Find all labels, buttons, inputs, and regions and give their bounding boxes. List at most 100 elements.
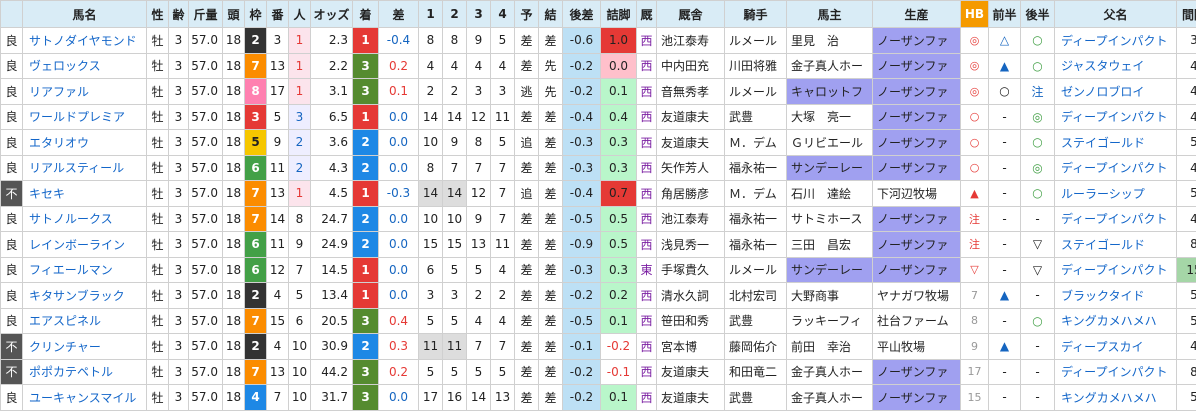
cell-c3: 4 [466,307,491,334]
table-row[interactable]: 良ワールドプレミア牡 3 57.0 18 3 5 3 6.5 1 0.0 14 14 12 11 差差 -0.… [0,103,1196,130]
table-row[interactable]: 良リアファル牡 3 57.0 18 8 17 1 3.1 3 0.1 2 2 3 3 逃先 -0.2 0.1 西音… [0,78,1196,105]
sire-name-link[interactable]: キングカメハメハ [1061,391,1157,405]
horse-name-link[interactable]: サトノダイヤモンド [29,34,137,48]
sire-name-link[interactable]: ゼンノロブロイ [1061,85,1144,99]
cell-late: -0.5 [562,307,601,334]
table-row[interactable]: 不キセキ牡 3 57.0 18 7 13 1 4.5 1 -0.3 14 14 12 7 追差 -0.4 0.7… [0,180,1196,207]
column-header[interactable]: 馬主 [786,0,873,28]
table-row[interactable]: 良ヴェロックス牡 3 57.0 18 7 13 1 2.2 3 0.2 4 4 4 4 差先 -0.2 0.0 西… [0,52,1196,79]
column-header[interactable]: 性 [146,0,169,28]
sire-name-link[interactable]: ブラックタイド [1061,289,1145,303]
column-header[interactable]: 詰脚 [600,0,637,28]
sire-name-link[interactable]: ステイゴールド [1061,136,1145,150]
column-header[interactable]: 騎手 [724,0,787,28]
table-row[interactable]: 良リアルスティール牡 3 57.0 18 6 11 2 4.3 2 0.0 8 7 7 7 差差 -0.3 0.… [0,154,1196,181]
sire-name-link[interactable]: ステイゴールド [1061,238,1145,252]
sire-name-link[interactable]: ルーラーシップ [1061,187,1145,201]
column-header[interactable]: 後差 [562,0,601,28]
column-header[interactable]: 2 [442,0,467,28]
cell-breeder: ノーザンファ [872,78,961,105]
cell-pop: 10 [288,358,311,385]
sire-name-link[interactable]: ジャスタウェイ [1061,59,1144,73]
cell-front: ▲ [988,52,1021,79]
horse-name-link[interactable]: キタサンブラック [29,289,125,303]
cell-hb: 17 [960,358,989,385]
table-row[interactable]: 良サトノダイヤモンド牡 3 57.0 18 2 3 1 2.3 1 -0.4 8 8 9 5 差差 -0.6 1… [0,27,1196,54]
column-header[interactable]: 頭 [222,0,245,28]
sire-name-link[interactable]: ディープインパクト [1061,212,1167,226]
column-header[interactable]: 差 [378,0,419,28]
horse-name-link[interactable]: レインボーライン [29,238,125,252]
column-header[interactable]: 齢 [168,0,189,28]
column-header[interactable]: オッズ [310,0,353,28]
table-row[interactable]: 良エタリオウ牡 3 57.0 18 5 9 2 3.6 2 0.0 10 9 8 5 追差 -0.3 0.3 西友… [0,129,1196,156]
horse-name-link[interactable]: ヴェロックス [29,59,101,73]
table-row[interactable]: 良キタサンブラック牡 3 57.0 18 2 4 5 13.4 1 0.0 3 3 2 2 差差 -0.2 0.… [0,282,1196,309]
table-row[interactable]: 不ポポカテペトル牡 3 57.0 18 7 13 10 44.2 3 0.2 5 5 5 5 差差 -0.2-… [0,358,1196,385]
column-header[interactable]: HB [960,0,989,28]
sire-name-link[interactable]: ディープインパクト [1061,365,1167,379]
horse-name-link[interactable]: キセキ [29,187,65,201]
cell-owner: キャロットフ [786,78,873,105]
cell-stable: 西 [636,52,657,79]
cell-stable: 西 [636,358,657,385]
horse-name-link[interactable]: ユーキャンスマイル [29,391,136,405]
cell-res: 差 [538,333,563,360]
horse-name-link[interactable]: フィエールマン [29,263,113,277]
column-header[interactable]: 人 [288,0,311,28]
table-row[interactable]: 良サトノルークス牡 3 57.0 18 7 14 8 24.7 2 0.0 10 10 9 7 差差 -0.5… [0,205,1196,232]
cell-c4: 4 [490,307,515,334]
cell-name: サトノルークス [22,205,147,232]
table-row[interactable]: 良エアスピネル牡 3 57.0 18 7 15 6 20.5 3 0.4 5 5 4 4 差差 -0.5 0.1… [0,307,1196,334]
sire-name-link[interactable]: キングカメハメハ [1061,314,1157,328]
sire-name-link[interactable]: ディープスカイ [1061,340,1143,354]
horse-name-link[interactable]: ワールドプレミア [29,110,125,124]
horse-name-link[interactable]: ポポカテペトル [29,365,113,379]
cell-res: 差 [538,180,563,207]
table-row[interactable]: 良ユーキャンスマイル牡 3 57.0 18 4 7 10 31.7 3 0.0 17 16 14 13 差差… [0,384,1196,411]
sire-name-link[interactable]: ディープインパクト [1061,34,1167,48]
cell-late: -0.2 [562,358,601,385]
cell-c4: 5 [490,27,515,54]
column-header[interactable]: 1 [418,0,443,28]
cell-jockey: ルメール [724,27,787,54]
cell-fin: 2 [352,154,379,181]
column-header[interactable]: 生産 [872,0,961,28]
column-header[interactable]: 4 [490,0,515,28]
sire-name-link[interactable]: ディープインパクト [1061,161,1167,175]
cell-c1: 17 [418,384,443,411]
column-header[interactable]: 番 [266,0,289,28]
cell-trainer: 笹田和秀 [656,307,725,334]
table-row[interactable]: 不クリンチャー牡 3 57.0 18 2 4 10 30.9 2 0.3 11 11 7 7 差差 -0.1-… [0,333,1196,360]
table-row[interactable]: 良フィエールマン牡 3 57.0 18 6 12 7 14.5 1 0.0 6 5 5 4 差差 -0.3 0.… [0,256,1196,283]
horse-name-link[interactable]: サトノルークス [29,212,113,226]
column-header[interactable]: 枠 [244,0,267,28]
column-header[interactable]: 前半 [988,0,1021,28]
cell-diff: 0.0 [378,384,419,411]
horse-name-link[interactable]: エアスピネル [29,314,101,328]
horse-name-link[interactable]: エタリオウ [29,136,89,150]
column-header[interactable]: 結 [538,0,563,28]
horse-name-link[interactable]: クリンチャー [29,340,101,354]
horse-name-link[interactable]: リアファル [29,85,89,99]
cell-diff: 0.0 [378,154,419,181]
column-header[interactable]: 3 [466,0,491,28]
cell-jockey: 川田将雅 [724,52,787,79]
column-header[interactable]: 間隔 [1176,0,1196,28]
column-header[interactable]: 着 [352,0,379,28]
table-row[interactable]: 良レインボーライン牡 3 57.0 18 6 11 9 24.9 2 0.0 15 15 13 11 差差 -… [0,231,1196,258]
column-header[interactable]: 父名 [1054,0,1177,28]
column-header[interactable]: 厩舎 [656,0,725,28]
sire-name-link[interactable]: ディープインパクト [1061,263,1167,277]
column-header[interactable]: 予 [514,0,539,28]
column-header[interactable]: 後半 [1020,0,1055,28]
cell-sex: 牡 [146,154,169,181]
sire-name-link[interactable]: ディープインパクト [1061,110,1167,124]
column-header[interactable]: 斤量 [188,0,223,28]
cell-back: ○ [1020,307,1055,334]
column-header[interactable]: 馬名 [22,0,147,28]
cell-agari: 0.1 [600,307,637,334]
horse-name-link[interactable]: リアルスティール [29,161,124,175]
cell-trainer: 宮本博 [656,333,725,360]
column-header[interactable]: 厩 [636,0,657,28]
